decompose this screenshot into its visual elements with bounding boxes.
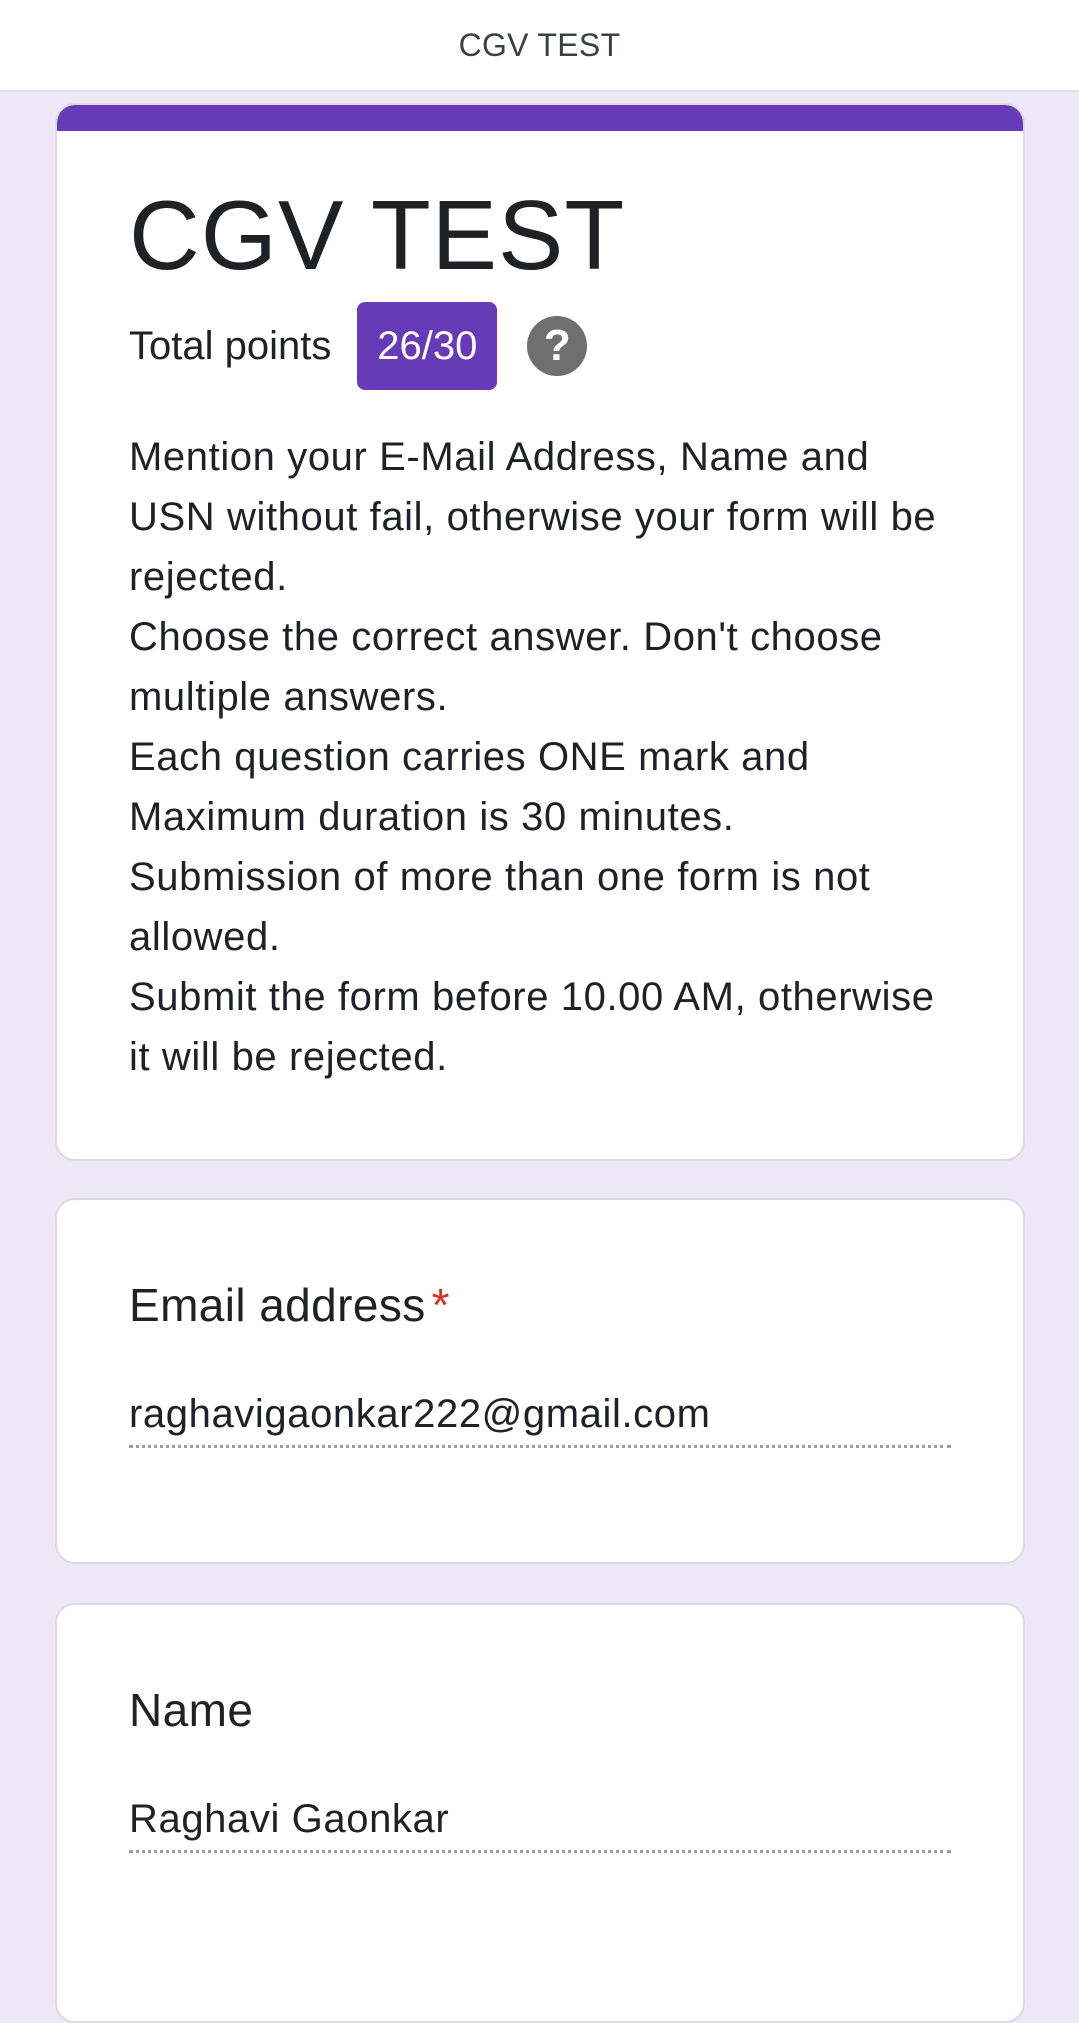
description-line: Choose the correct answer. Don't choose … [129, 615, 883, 719]
top-bar-title: CGV TEST [458, 26, 621, 63]
total-points-row: Total points 26/30 ? [129, 301, 588, 391]
required-marker: * [431, 1279, 450, 1331]
question-card-email: Email address * raghavigaonkar222@gmail.c… [55, 1198, 1025, 1564]
header-accent-bar [57, 105, 1023, 131]
email-answer: raghavigaonkar222@gmail.com [129, 1392, 951, 1448]
form-description: Mention your E-Mail Address, Name and US… [129, 427, 959, 1087]
question-title-name: Name [129, 1684, 254, 1736]
description-line: Submission of more than one form is not … [129, 855, 871, 959]
description-line: Submit the form before 10.00 AM, otherwi… [129, 975, 935, 1079]
question-card-name: Name Raghavi Gaonkar [55, 1603, 1025, 2023]
form-header-card: CGV TEST Total points 26/30 ? Mention yo… [55, 103, 1025, 1161]
form-title: CGV TEST [129, 180, 626, 290]
name-answer: Raghavi Gaonkar [129, 1797, 951, 1853]
total-points-label: Total points [129, 323, 332, 368]
top-bar: CGV TEST [0, 0, 1079, 92]
question-title-email: Email address * [129, 1278, 450, 1332]
question-mark-icon[interactable]: ? [527, 316, 588, 376]
question-title-text: Email address [129, 1279, 426, 1331]
description-line: Each question carries ONE mark and Maxim… [129, 735, 810, 839]
score-badge: 26/30 [357, 302, 498, 390]
description-line: Mention your E-Mail Address, Name and US… [129, 435, 937, 599]
